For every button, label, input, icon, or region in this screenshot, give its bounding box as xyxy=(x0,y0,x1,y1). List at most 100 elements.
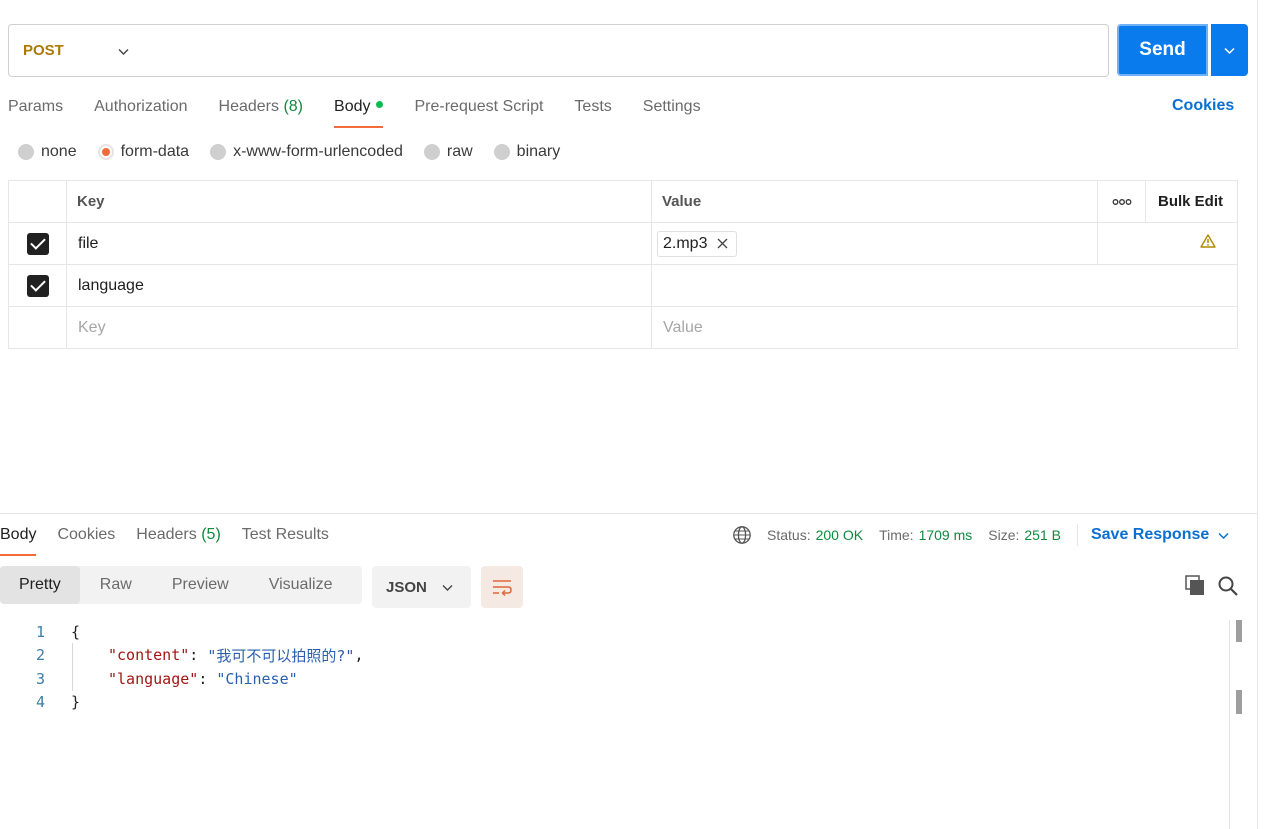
copy-icon[interactable] xyxy=(1185,575,1207,597)
close-brace: } xyxy=(71,693,81,712)
tab-body[interactable]: Body xyxy=(334,96,384,128)
tab-params[interactable]: Params xyxy=(8,96,63,128)
tab-tests[interactable]: Tests xyxy=(574,96,611,128)
scrollbar-marker xyxy=(1236,690,1242,714)
wrap-lines-icon xyxy=(493,580,512,596)
chevron-down-icon xyxy=(1218,532,1229,539)
radio-icon xyxy=(493,144,510,160)
value-placeholder[interactable]: Value xyxy=(651,306,1238,349)
editor-scrollbar[interactable] xyxy=(1229,620,1230,829)
remove-file-icon[interactable] xyxy=(717,238,728,249)
format-visualize[interactable]: Visualize xyxy=(249,566,353,604)
row-checkbox[interactable] xyxy=(26,232,49,255)
open-brace: { xyxy=(71,622,81,641)
response-divider[interactable] xyxy=(0,513,1257,514)
file-chip: 2.mp3 xyxy=(657,230,738,257)
code-line: 3 "language": "Chinese" xyxy=(0,667,1228,691)
save-response-button[interactable]: Save Response xyxy=(1091,526,1230,544)
line-number: 1 xyxy=(35,622,45,641)
chevron-down-icon xyxy=(442,585,453,591)
body-type-form-data[interactable]: form-data xyxy=(97,143,189,161)
size-label: Size: xyxy=(988,527,1020,543)
body-type-raw[interactable]: raw xyxy=(423,143,473,161)
indent-guide xyxy=(72,643,73,691)
key-cell[interactable]: file xyxy=(66,222,652,265)
chevron-down-icon xyxy=(1224,47,1235,54)
response-meta: Status: 200 OK Time: 1709 ms Size: 251 B… xyxy=(732,524,1230,546)
form-data-table: Key Value Bulk Edit file 2.mp3 language … xyxy=(8,180,1238,349)
more-dots-icon xyxy=(1112,199,1131,205)
response-format-tabs: Pretty Raw Preview Visualize xyxy=(0,566,362,604)
time-label: Time: xyxy=(879,527,914,543)
language-select[interactable]: JSON xyxy=(372,566,471,608)
key-cell[interactable]: language xyxy=(66,264,652,307)
tab-pre-request-script[interactable]: Pre-request Script xyxy=(414,96,543,128)
value-column-header: Value xyxy=(651,180,1098,223)
response-tabs: Body Cookies Headers (5) Test Results xyxy=(0,524,350,556)
response-tab-test-results[interactable]: Test Results xyxy=(242,524,329,556)
code-line: 1 { xyxy=(0,620,1228,644)
body-type-urlencoded[interactable]: x-www-form-urlencoded xyxy=(210,143,403,161)
row-checkbox[interactable] xyxy=(26,274,49,297)
checkbox-column-header xyxy=(8,180,67,223)
tab-authorization[interactable]: Authorization xyxy=(94,96,187,128)
response-headers-count: (5) xyxy=(201,526,221,543)
tab-headers[interactable]: Headers (8) xyxy=(219,96,304,128)
cookies-link[interactable]: Cookies xyxy=(1172,97,1234,115)
globe-icon[interactable] xyxy=(732,525,752,545)
method-selector[interactable]: POST xyxy=(9,25,151,76)
url-input[interactable] xyxy=(151,25,1108,76)
table-row: file 2.mp3 xyxy=(8,222,1238,265)
response-tab-body[interactable]: Body xyxy=(0,524,37,556)
row-checkbox-cell xyxy=(8,306,67,349)
meta-divider xyxy=(1076,524,1078,546)
key-column-header: Key xyxy=(66,180,652,223)
panel-border xyxy=(1257,0,1258,829)
table-header-row: Key Value Bulk Edit xyxy=(8,180,1238,223)
warning-icon[interactable] xyxy=(1199,234,1216,248)
line-number: 3 xyxy=(35,669,45,688)
radio-checked-icon xyxy=(97,144,114,160)
value-cell[interactable] xyxy=(651,264,1238,307)
row-actions-cell xyxy=(1097,222,1238,265)
size-value[interactable]: 251 B xyxy=(1024,527,1061,543)
bulk-edit-button[interactable]: Bulk Edit xyxy=(1145,180,1238,223)
row-checkbox-cell xyxy=(8,222,67,265)
table-row-empty: Key Value xyxy=(8,306,1238,349)
key-placeholder[interactable]: Key xyxy=(66,306,652,349)
headers-count: (8) xyxy=(283,98,304,115)
code-line: 2 "content": "我可不可以拍照的?", xyxy=(0,644,1228,668)
json-key: "content" xyxy=(108,646,190,665)
time-value[interactable]: 1709 ms xyxy=(919,527,973,543)
status-label: Status: xyxy=(767,527,811,543)
response-tab-cookies[interactable]: Cookies xyxy=(57,524,115,556)
body-type-none[interactable]: none xyxy=(18,143,77,161)
body-type-selector: none form-data x-www-form-urlencoded raw… xyxy=(18,143,581,161)
value-cell[interactable]: 2.mp3 xyxy=(651,222,1098,265)
send-options-button[interactable] xyxy=(1211,24,1248,76)
line-number: 2 xyxy=(35,646,45,665)
tab-settings[interactable]: Settings xyxy=(643,96,701,128)
more-options-button[interactable] xyxy=(1097,180,1146,223)
row-checkbox-cell xyxy=(8,264,67,307)
radio-icon xyxy=(18,144,34,160)
response-code-viewer[interactable]: 1 { 2 "content": "我可不可以拍照的?", 3 "languag… xyxy=(0,620,1228,714)
json-value: "我可不可以拍照的?" xyxy=(207,646,355,665)
line-number: 4 xyxy=(35,693,45,712)
format-preview[interactable]: Preview xyxy=(152,566,249,604)
search-icon[interactable] xyxy=(1217,575,1239,597)
json-value: "Chinese" xyxy=(216,669,298,688)
status-value[interactable]: 200 OK xyxy=(816,527,863,543)
format-pretty[interactable]: Pretty xyxy=(0,566,80,604)
code-line: 4 } xyxy=(0,691,1228,715)
send-button[interactable]: Send xyxy=(1117,24,1208,76)
response-tab-headers[interactable]: Headers (5) xyxy=(136,524,221,556)
wrap-lines-button[interactable] xyxy=(481,566,523,608)
request-tabs: Params Authorization Headers (8) Body Pr… xyxy=(8,96,732,128)
format-raw[interactable]: Raw xyxy=(80,566,152,604)
body-indicator-dot xyxy=(376,101,384,109)
request-url-bar: POST xyxy=(8,24,1109,77)
chevron-down-icon xyxy=(118,49,129,55)
body-type-binary[interactable]: binary xyxy=(493,143,560,161)
radio-icon xyxy=(423,144,440,160)
